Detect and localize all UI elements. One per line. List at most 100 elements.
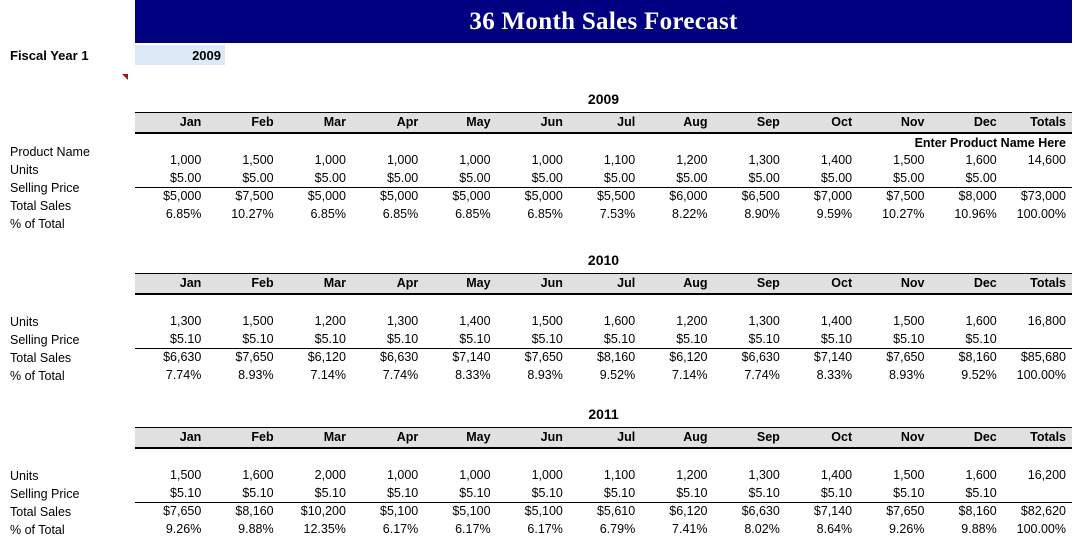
cell-units-apr[interactable]: 1,000 — [352, 151, 424, 169]
cell-units-mar[interactable]: 2,000 — [280, 466, 352, 484]
cell-percent-of-total-mar[interactable]: 7.14% — [280, 366, 352, 384]
cell-units-oct[interactable]: 1,400 — [786, 466, 858, 484]
column-header-apr[interactable]: Apr — [351, 273, 425, 295]
cell-percent-of-total-totals[interactable]: 100.00% — [1003, 520, 1072, 538]
cell-units-dec[interactable]: 1,600 — [930, 466, 1002, 484]
column-header-jul[interactable]: Jul — [568, 273, 642, 295]
cell-selling-price-oct[interactable]: $5.10 — [786, 330, 858, 348]
column-header-aug[interactable]: Aug — [641, 273, 714, 295]
cell-total-sales-jan[interactable]: $6,630 — [135, 347, 208, 366]
column-header-apr[interactable]: Apr — [351, 112, 425, 134]
column-header-jan[interactable]: Jan — [135, 273, 208, 295]
cell-total-sales-mar[interactable]: $5,000 — [279, 186, 352, 205]
cell-percent-of-total-jan[interactable]: 6.85% — [135, 205, 207, 223]
cell-units-jan[interactable]: 1,000 — [135, 151, 207, 169]
cell-units-sep[interactable]: 1,300 — [714, 151, 786, 169]
cell-total-sales-oct[interactable]: $7,000 — [785, 186, 859, 205]
cell-selling-price-apr[interactable]: $5.00 — [352, 169, 424, 187]
cell-selling-price-apr[interactable]: $5.10 — [352, 330, 424, 348]
column-header-totals[interactable]: Totals — [1002, 427, 1072, 449]
cell-selling-price-oct[interactable]: $5.00 — [786, 169, 858, 187]
cell-percent-of-total-nov[interactable]: 9.26% — [858, 520, 930, 538]
cell-total-sales-dec[interactable]: $8,000 — [930, 186, 1003, 205]
column-header-nov[interactable]: Nov — [858, 427, 931, 449]
cell-units-may[interactable]: 1,000 — [424, 466, 496, 484]
cell-selling-price-aug[interactable]: $5.10 — [641, 484, 713, 502]
cell-selling-price-nov[interactable]: $5.10 — [858, 330, 930, 348]
cell-total-sales-totals[interactable]: $73,000 — [1002, 186, 1072, 205]
cell-total-sales-aug[interactable]: $6,120 — [641, 347, 714, 366]
cell-units-totals[interactable]: 14,600 — [1003, 151, 1072, 169]
column-header-jul[interactable]: Jul — [568, 112, 642, 134]
cell-selling-price-jul[interactable]: $5.00 — [569, 169, 641, 187]
cell-percent-of-total-sep[interactable]: 8.02% — [714, 520, 786, 538]
column-header-totals[interactable]: Totals — [1002, 273, 1072, 295]
cell-selling-price-nov[interactable]: $5.00 — [858, 169, 930, 187]
cell-percent-of-total-sep[interactable]: 7.74% — [714, 366, 786, 384]
cell-total-sales-may[interactable]: $5,100 — [424, 501, 497, 520]
cell-selling-price-dec[interactable]: $5.10 — [930, 330, 1002, 348]
column-header-dec[interactable]: Dec — [930, 112, 1003, 134]
cell-selling-price-mar[interactable]: $5.00 — [280, 169, 352, 187]
cell-percent-of-total-aug[interactable]: 7.14% — [641, 366, 713, 384]
cell-percent-of-total-apr[interactable]: 6.85% — [352, 205, 424, 223]
cell-percent-of-total-jul[interactable]: 9.52% — [569, 366, 641, 384]
cell-percent-of-total-dec[interactable]: 10.96% — [930, 205, 1002, 223]
cell-percent-of-total-aug[interactable]: 8.22% — [641, 205, 713, 223]
column-header-jun[interactable]: Jun — [496, 427, 569, 449]
cell-percent-of-total-feb[interactable]: 9.88% — [207, 520, 279, 538]
cell-percent-of-total-oct[interactable]: 9.59% — [786, 205, 858, 223]
cell-total-sales-jul[interactable]: $5,610 — [568, 501, 642, 520]
cell-units-nov[interactable]: 1,500 — [858, 466, 930, 484]
cell-units-totals[interactable]: 16,800 — [1003, 312, 1072, 330]
cell-total-sales-totals[interactable]: $82,620 — [1002, 501, 1072, 520]
cell-selling-price-aug[interactable]: $5.10 — [641, 330, 713, 348]
cell-total-sales-mar[interactable]: $6,120 — [279, 347, 352, 366]
cell-percent-of-total-totals[interactable]: 100.00% — [1003, 205, 1072, 223]
cell-units-totals[interactable]: 16,200 — [1003, 466, 1072, 484]
column-header-aug[interactable]: Aug — [641, 427, 714, 449]
cell-total-sales-nov[interactable]: $7,650 — [858, 501, 931, 520]
cell-units-jun[interactable]: 1,000 — [497, 151, 569, 169]
column-header-totals[interactable]: Totals — [1002, 112, 1072, 134]
column-header-jul[interactable]: Jul — [568, 427, 642, 449]
cell-total-sales-aug[interactable]: $6,120 — [641, 501, 714, 520]
fiscal-year-input-cell[interactable]: 2009 — [135, 45, 225, 65]
cell-units-may[interactable]: 1,000 — [424, 151, 496, 169]
column-header-oct[interactable]: Oct — [785, 273, 859, 295]
column-header-sep[interactable]: Sep — [713, 273, 786, 295]
cell-percent-of-total-feb[interactable]: 8.93% — [207, 366, 279, 384]
cell-units-dec[interactable]: 1,600 — [930, 312, 1002, 330]
cell-total-sales-apr[interactable]: $5,000 — [351, 186, 425, 205]
cell-units-jun[interactable]: 1,000 — [497, 466, 569, 484]
column-header-jun[interactable]: Jun — [496, 112, 569, 134]
cell-total-sales-dec[interactable]: $8,160 — [930, 501, 1003, 520]
cell-percent-of-total-nov[interactable]: 8.93% — [858, 366, 930, 384]
column-header-feb[interactable]: Feb — [207, 427, 280, 449]
cell-percent-of-total-may[interactable]: 6.17% — [424, 520, 496, 538]
column-header-jun[interactable]: Jun — [496, 273, 569, 295]
cell-units-jan[interactable]: 1,500 — [135, 466, 207, 484]
cell-selling-price-totals[interactable] — [1003, 330, 1072, 348]
column-header-feb[interactable]: Feb — [207, 112, 280, 134]
column-header-feb[interactable]: Feb — [207, 273, 280, 295]
cell-units-apr[interactable]: 1,300 — [352, 312, 424, 330]
cell-units-oct[interactable]: 1,400 — [786, 312, 858, 330]
cell-total-sales-jan[interactable]: $5,000 — [135, 186, 208, 205]
cell-total-sales-jun[interactable]: $7,650 — [496, 347, 569, 366]
cell-selling-price-may[interactable]: $5.10 — [424, 484, 496, 502]
cell-total-sales-feb[interactable]: $7,650 — [207, 347, 280, 366]
cell-selling-price-jun[interactable]: $5.00 — [497, 169, 569, 187]
cell-total-sales-oct[interactable]: $7,140 — [785, 501, 859, 520]
cell-total-sales-jul[interactable]: $5,500 — [568, 186, 642, 205]
cell-percent-of-total-dec[interactable]: 9.88% — [930, 520, 1002, 538]
cell-units-jul[interactable]: 1,100 — [569, 151, 641, 169]
cell-units-may[interactable]: 1,400 — [424, 312, 496, 330]
cell-percent-of-total-sep[interactable]: 8.90% — [714, 205, 786, 223]
cell-total-sales-mar[interactable]: $10,200 — [279, 501, 352, 520]
cell-total-sales-may[interactable]: $5,000 — [424, 186, 497, 205]
column-header-jan[interactable]: Jan — [135, 112, 208, 134]
cell-selling-price-jan[interactable]: $5.10 — [135, 484, 207, 502]
column-header-oct[interactable]: Oct — [785, 427, 859, 449]
cell-percent-of-total-nov[interactable]: 10.27% — [858, 205, 930, 223]
